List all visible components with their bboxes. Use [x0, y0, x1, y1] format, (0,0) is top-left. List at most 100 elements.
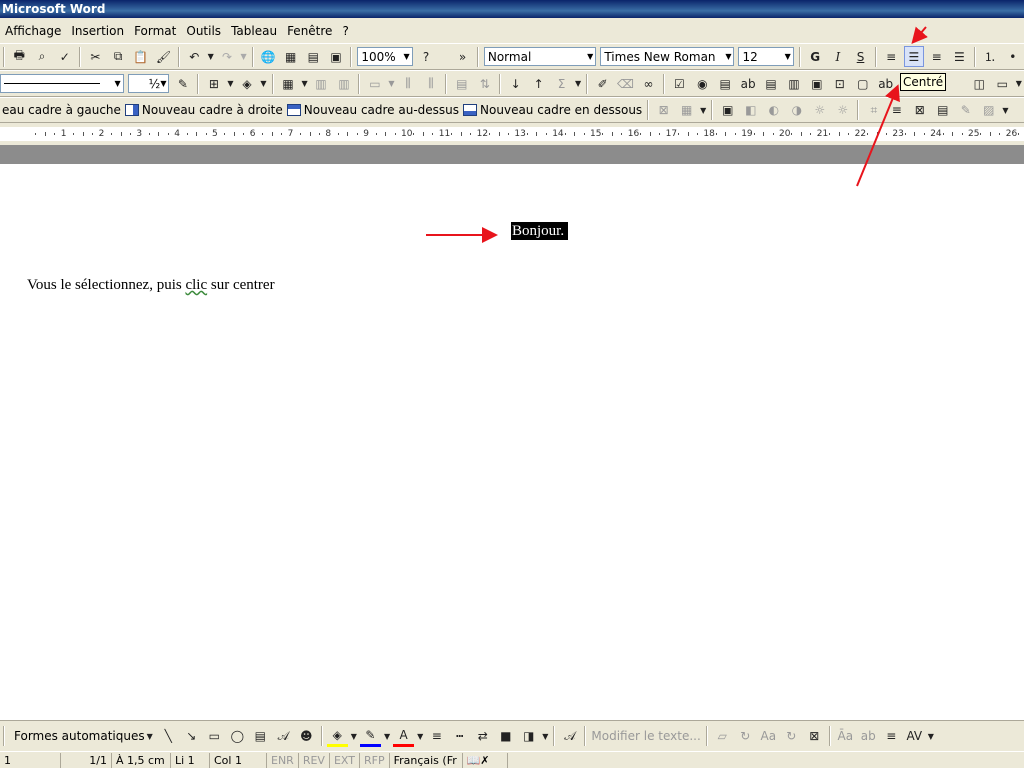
align-right-icon[interactable]: ≡	[926, 46, 947, 67]
combobox-icon[interactable]: ▥	[784, 73, 805, 94]
fill-color-icon[interactable]: ◈	[326, 726, 348, 747]
less-contrast-icon[interactable]: ◑	[786, 100, 807, 121]
frame-control-icon[interactable]: ▢	[852, 73, 873, 94]
spellcheck-status-icon[interactable]: 📖✗	[463, 752, 508, 768]
horizontal-ruler[interactable]: 1 2 3 4 5 6 7 8 9 10 11 12 13 14 15 16 17 18 19 20 21 22 23 24 2…	[0, 123, 1024, 145]
status-rec[interactable]: ENR	[267, 752, 299, 768]
table-dropdown-icon[interactable]: ▼	[301, 79, 307, 88]
menu-help[interactable]: ?	[337, 24, 353, 38]
autosum-icon[interactable]: Σ	[551, 73, 572, 94]
align-center-icon[interactable]: ☰	[903, 46, 925, 67]
insert-table-icon[interactable]: ▦	[278, 73, 299, 94]
border-color-icon[interactable]: ✎	[172, 73, 193, 94]
format-picture-icon[interactable]: ✎	[955, 100, 976, 121]
more-contrast-icon[interactable]: ◐	[763, 100, 784, 121]
bullets-icon[interactable]: •	[1002, 46, 1023, 67]
picture-dropdown-icon[interactable]: ▼	[1002, 106, 1008, 115]
wordart-shape-icon[interactable]: ▱	[712, 726, 733, 747]
line-color-icon[interactable]: ✎	[359, 726, 381, 747]
radio-icon[interactable]: ◉	[692, 73, 713, 94]
field-options-icon[interactable]: ▭	[992, 73, 1013, 94]
borders-icon[interactable]: ⊞	[203, 73, 224, 94]
vertical-text-icon[interactable]: ab	[858, 726, 879, 747]
frame-properties-icon[interactable]: ▦	[676, 100, 697, 121]
insert-table-icon[interactable]: ▤	[303, 46, 324, 67]
italic-button[interactable]: I	[827, 46, 848, 67]
font-color-icon[interactable]: A	[393, 726, 415, 747]
distribute-rows-icon[interactable]: ⫼	[398, 73, 419, 94]
insert-picture-icon[interactable]: ▣	[717, 100, 738, 121]
format-wordart-icon[interactable]: ⊠	[804, 726, 825, 747]
link-icon[interactable]: ∞	[638, 73, 659, 94]
more-brightness-icon[interactable]: ☼	[809, 100, 830, 121]
font-size-select[interactable]: 12 ▼	[738, 47, 794, 66]
label-control-icon[interactable]: ⊡	[829, 73, 850, 94]
merge-cells-icon[interactable]: ▥	[311, 73, 332, 94]
menu-format[interactable]: Format	[129, 24, 181, 38]
shading-icon[interactable]: ◈	[236, 73, 257, 94]
char-spacing-icon[interactable]: AV	[904, 726, 925, 747]
menu-insertion[interactable]: Insertion	[66, 24, 129, 38]
free-rotate-icon[interactable]: ↻	[735, 726, 756, 747]
autoshapes-menu[interactable]: Formes automatiques ▼	[14, 729, 155, 743]
align-cell-icon[interactable]: ▭	[364, 73, 385, 94]
listbox-icon[interactable]: ▤	[761, 73, 782, 94]
align-dropdown-icon[interactable]: ▼	[388, 79, 394, 88]
wordart-case-icon[interactable]: Āa	[835, 726, 856, 747]
menu-outils[interactable]: Outils	[181, 24, 226, 38]
linecolor-dropdown-icon[interactable]: ▼	[384, 732, 390, 741]
draw-table-icon[interactable]: ✐	[592, 73, 613, 94]
crop-icon[interactable]: ⌗	[863, 100, 884, 121]
numbering-icon[interactable]: ⒈	[980, 46, 1001, 67]
wordart-icon[interactable]: 𝒜	[273, 726, 294, 747]
status-language[interactable]: Français (Fr	[390, 752, 463, 768]
text-direction-icon[interactable]: ⇅	[474, 73, 495, 94]
print-preview-icon[interactable]: ⌕	[32, 46, 53, 67]
line-weight-icon[interactable]: ≡	[426, 726, 447, 747]
tables-borders-icon[interactable]: ▦	[280, 46, 301, 67]
split-cells-icon[interactable]: ▥	[334, 73, 355, 94]
font-select[interactable]: Times New Roman ▼	[600, 47, 735, 66]
line-icon[interactable]: ╲	[158, 726, 179, 747]
sort-asc-icon[interactable]: ↓	[505, 73, 526, 94]
sum-dropdown-icon[interactable]: ▼	[575, 79, 581, 88]
wordart-align-icon[interactable]: ≡	[881, 726, 902, 747]
less-brightness-icon[interactable]: ☼	[832, 100, 853, 121]
line-style-select[interactable]: ▼	[0, 74, 124, 93]
style-select[interactable]: Normal ▼	[483, 47, 597, 66]
oval-icon[interactable]: ◯	[227, 726, 248, 747]
fontcolor-dropdown-icon[interactable]: ▼	[417, 732, 423, 741]
print-icon[interactable]: 🖶	[9, 46, 30, 67]
distribute-cols-icon[interactable]: ⫼	[420, 73, 441, 94]
menu-tableau[interactable]: Tableau	[226, 24, 282, 38]
copy-icon[interactable]: ⧉	[108, 46, 129, 67]
justify-icon[interactable]: ☰	[949, 46, 970, 67]
image-control-icon[interactable]: ◧	[740, 100, 761, 121]
status-ext[interactable]: EXT	[330, 752, 360, 768]
wordart-same-height-icon[interactable]: Aa	[758, 726, 779, 747]
fill-dropdown-icon[interactable]: ▼	[351, 732, 357, 741]
arrow-style-icon[interactable]: ⇄	[472, 726, 493, 747]
rotate-icon[interactable]: ↻	[781, 726, 802, 747]
arrow-icon[interactable]: ↘	[181, 726, 202, 747]
spellcheck-icon[interactable]: ✓	[54, 46, 75, 67]
new-frame-left-button[interactable]: eau cadre à gauche	[2, 103, 121, 117]
clipart-icon[interactable]: ☻	[296, 726, 317, 747]
new-frame-above-button[interactable]: Nouveau cadre au-dessus	[286, 103, 459, 117]
set-transparent-icon[interactable]: ▨	[978, 100, 999, 121]
form-dropdown-icon[interactable]: ▼	[1016, 79, 1022, 88]
status-ovr[interactable]: RFP	[360, 752, 390, 768]
eraser-icon[interactable]: ⌫	[615, 73, 636, 94]
frame-dropdown-icon[interactable]: ▼	[700, 106, 706, 115]
underline-button[interactable]: S	[850, 46, 871, 67]
menu-fenetre[interactable]: Fenêtre	[282, 24, 337, 38]
wordart-insert-icon[interactable]: 𝒜	[559, 726, 580, 747]
sort-desc-icon[interactable]: ↑	[528, 73, 549, 94]
zoom-select[interactable]: 100% ▼	[357, 47, 413, 66]
cut-icon[interactable]: ✂	[85, 46, 106, 67]
scroll-control-icon[interactable]: ◫	[969, 73, 990, 94]
dash-style-icon[interactable]: ┅	[449, 726, 470, 747]
textbox-field-icon[interactable]: ab	[738, 73, 759, 94]
3d-icon[interactable]: ◨	[518, 726, 539, 747]
paste-icon[interactable]: 📋	[130, 46, 151, 67]
